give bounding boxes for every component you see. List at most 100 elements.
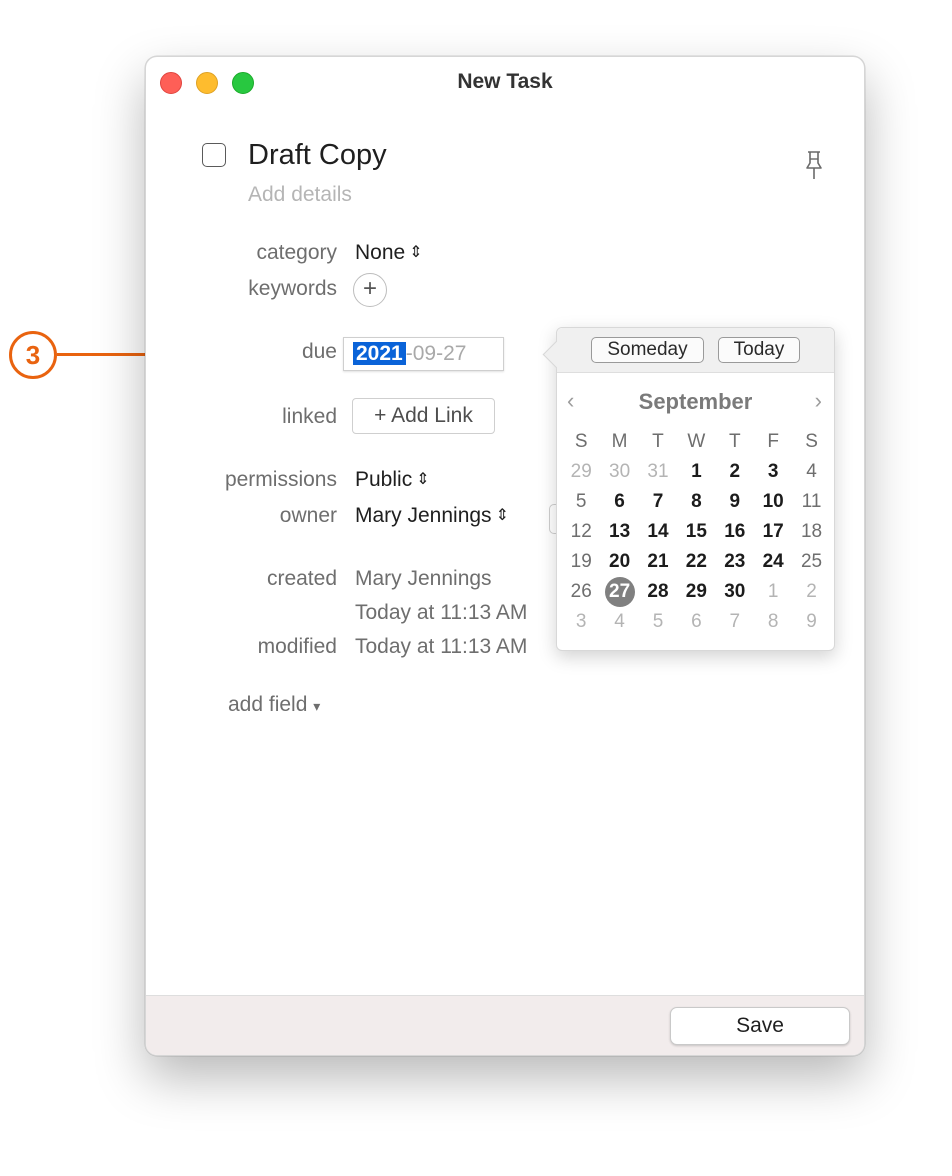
title-bar: New Task — [146, 57, 864, 109]
calendar-day[interactable]: 17 — [754, 517, 792, 547]
calendar-day[interactable]: 3 — [562, 607, 600, 637]
calendar-day[interactable]: 12 — [562, 517, 600, 547]
updown-chevron-icon: ⇕ — [495, 507, 509, 524]
linked-label: linked — [282, 405, 337, 428]
callout-number: 3 — [9, 331, 57, 379]
add-field-label: add field — [228, 693, 308, 716]
modified-time: Today at 11:13 AM — [355, 635, 528, 658]
calendar-week: 26 27 28 29 30 1 2 — [562, 577, 831, 607]
created-time: Today at 11:13 AM — [355, 601, 528, 624]
calendar-day[interactable]: 9 — [716, 487, 754, 517]
calendar-day[interactable]: 26 — [562, 577, 600, 607]
updown-chevron-icon: ⇕ — [416, 471, 430, 488]
calendar-day[interactable]: 2 — [792, 577, 830, 607]
calendar-day[interactable]: 19 — [562, 547, 600, 577]
next-month-icon[interactable]: › — [815, 388, 822, 414]
calendar-week: 3456789 — [562, 607, 831, 637]
calendar-day[interactable]: 11 — [792, 487, 830, 517]
add-keyword-button[interactable]: + — [353, 273, 387, 307]
calendar-day[interactable]: 18 — [792, 517, 830, 547]
add-link-button[interactable]: + Add Link — [352, 398, 495, 434]
complete-checkbox[interactable] — [202, 143, 226, 167]
created-label: created — [266, 567, 337, 590]
due-label: due — [301, 340, 337, 363]
calendar-day[interactable]: 22 — [677, 547, 715, 577]
calendar-day[interactable]: 9 — [792, 607, 830, 637]
owner-popup[interactable]: Mary Jennings ⇕ — [355, 504, 509, 528]
today-button[interactable]: Today — [718, 337, 800, 363]
calendar-day[interactable]: 8 — [754, 607, 792, 637]
calendar-day[interactable]: 16 — [716, 517, 754, 547]
weekday-label: T — [652, 431, 664, 452]
month-title: September — [638, 389, 753, 414]
updown-chevron-icon: ⇕ — [409, 244, 423, 261]
owner-value: Mary Jennings — [355, 504, 492, 527]
calendar-day[interactable]: 1 — [754, 577, 792, 607]
category-popup[interactable]: None ⇕ — [355, 241, 423, 265]
date-picker-popover: Someday Today ‹ September › S M T W T F S 29 30 3… — [542, 327, 835, 651]
calendar-day[interactable]: 5 — [562, 487, 600, 517]
calendar-day[interactable]: 13 — [600, 517, 638, 547]
calendar-day[interactable]: 7 — [716, 607, 754, 637]
calendar-day[interactable]: 3 — [754, 457, 792, 487]
weekday-header: SMTWTFS — [562, 427, 831, 457]
permissions-label: permissions — [224, 468, 337, 491]
permissions-value: Public — [355, 468, 413, 491]
permissions-popup[interactable]: Public ⇕ — [355, 468, 430, 492]
calendar-day[interactable]: 6 — [600, 487, 638, 517]
calendar-day[interactable]: 31 — [639, 457, 677, 487]
weekday-label: M — [611, 431, 628, 452]
calendar-day[interactable]: 2 — [716, 457, 754, 487]
calendar-week: 12 13 14 15 16 17 18 — [562, 517, 831, 547]
owner-label: owner — [279, 504, 337, 527]
calendar-day[interactable]: 27 — [600, 577, 638, 607]
keywords-label: keywords — [248, 277, 337, 300]
pin-icon[interactable] — [802, 149, 826, 181]
calendar-day[interactable]: 29 — [562, 457, 600, 487]
weekday-label: W — [687, 431, 706, 452]
category-label: category — [256, 241, 337, 264]
weekday-label: F — [767, 431, 779, 452]
due-date-rest: -09-27 — [405, 342, 467, 365]
calendar-day[interactable]: 15 — [677, 517, 715, 547]
calendar-grid: S M T W T F S 29 30 31 1 2 3 4 5 6 7 8 9 10 11 12 13 14 15 16 17 18… — [562, 427, 831, 637]
calendar-day[interactable]: 30 — [716, 577, 754, 607]
add-field-menu[interactable]: add field ▾ — [228, 693, 320, 717]
calendar-week: 5 6 7 8 9 10 11 — [562, 487, 831, 517]
calendar-day[interactable]: 21 — [639, 547, 677, 577]
weekday-label: S — [574, 431, 588, 452]
calendar-day[interactable]: 4 — [600, 607, 638, 637]
calendar-day[interactable]: 23 — [716, 547, 754, 577]
calendar-day[interactable]: 28 — [639, 577, 677, 607]
due-year-segment[interactable]: 2021 — [353, 342, 406, 365]
calendar-week: 19 20 21 22 23 24 25 — [562, 547, 831, 577]
created-by: Mary Jennings — [355, 567, 492, 590]
due-date-field[interactable]: 2021 -09-27 — [343, 337, 504, 371]
footer-bar: Save — [146, 995, 864, 1055]
window-title: New Task — [457, 70, 553, 93]
category-value: None — [355, 241, 406, 264]
calendar-day[interactable]: 10 — [754, 487, 792, 517]
calendar-day[interactable]: 30 — [600, 457, 638, 487]
calendar-day[interactable]: 24 — [754, 547, 792, 577]
calendar-day[interactable]: 1 — [677, 457, 715, 487]
weekday-label: T — [728, 431, 741, 452]
calendar-day[interactable]: 14 — [639, 517, 677, 547]
calendar-day[interactable]: 7 — [639, 487, 677, 517]
someday-button[interactable]: Someday — [591, 337, 704, 363]
details-field[interactable]: Add details — [248, 183, 352, 207]
calendar-day[interactable]: 29 — [677, 577, 715, 607]
popover-header: Someday Today — [557, 328, 834, 373]
dropdown-triangle-icon: ▾ — [313, 698, 321, 714]
calendar-day[interactable]: 6 — [677, 607, 715, 637]
calendar-day[interactable]: 8 — [677, 487, 715, 517]
weekday-label: S — [805, 431, 818, 452]
calendar-week: 29 30 31 1 2 3 4 — [562, 457, 831, 487]
task-title[interactable]: Draft Copy — [248, 139, 387, 172]
modified-label: modified — [257, 635, 337, 658]
calendar-day[interactable]: 25 — [792, 547, 830, 577]
calendar-day[interactable]: 20 — [600, 547, 638, 577]
calendar-day[interactable]: 5 — [639, 607, 677, 637]
save-button[interactable]: Save — [670, 1007, 850, 1045]
calendar-day[interactable]: 4 — [792, 457, 830, 487]
